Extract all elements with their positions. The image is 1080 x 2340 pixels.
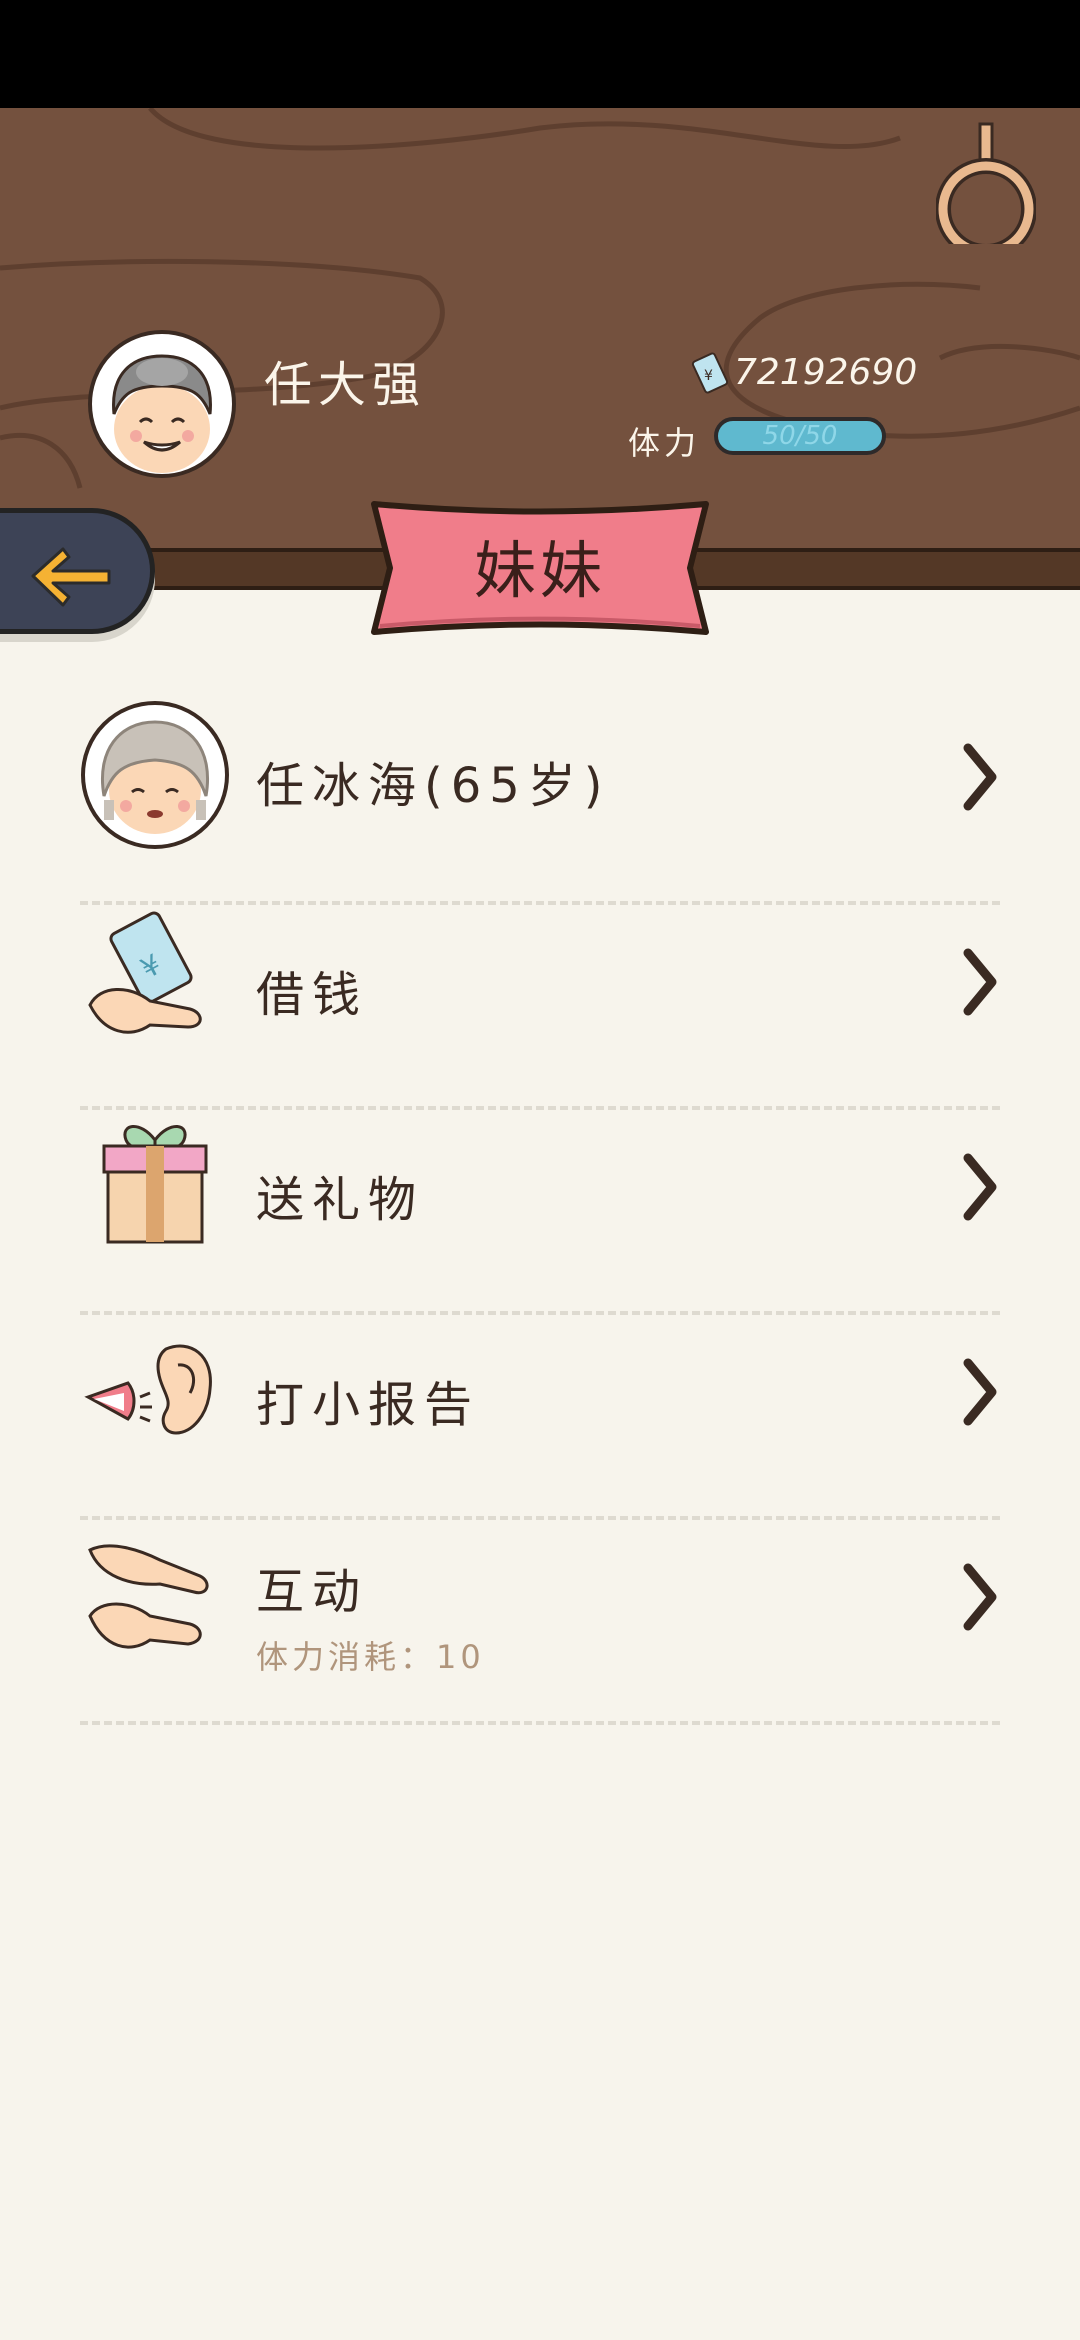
stamina-label: 体力: [628, 424, 701, 462]
chevron-right-icon: [963, 1358, 997, 1426]
menu-item-interact[interactable]: 互动 体力消耗：10: [80, 1520, 1000, 1725]
whisper-ear-icon: [84, 1344, 212, 1435]
borrow-money-label: 借钱: [256, 967, 369, 1023]
chevron-right-icon: [963, 948, 997, 1016]
player-avatar[interactable]: [88, 330, 236, 478]
money-bill-icon: ¥: [691, 352, 729, 394]
menu-item-relative[interactable]: 任冰海(65岁): [80, 700, 1000, 905]
relative-name: 任冰海(65岁): [256, 758, 611, 814]
gift-icon: [102, 1125, 208, 1244]
page-title: 妹妹: [473, 534, 606, 607]
send-gift-label: 送礼物: [256, 1172, 425, 1228]
action-menu: 任冰海(65岁) ¥ 借钱 送礼物 打小报告 互动 体力消耗：10: [80, 700, 1000, 1725]
back-arrow-icon: [31, 547, 111, 607]
status-bar: [0, 0, 1080, 108]
money-value: 72192690: [734, 352, 918, 393]
menu-item-send-gift[interactable]: 送礼物: [80, 1110, 1000, 1315]
chevron-right-icon: [963, 743, 997, 811]
svg-text:¥: ¥: [704, 368, 713, 384]
player-name: 任大强: [264, 357, 427, 413]
interact-label: 互动: [256, 1564, 369, 1620]
chevron-right-icon: [963, 1153, 997, 1221]
chevron-right-icon: [963, 1563, 997, 1631]
money-hand-icon: ¥: [88, 911, 202, 1034]
stamina-value: 50/50: [762, 421, 838, 451]
menu-item-borrow-money[interactable]: ¥ 借钱: [80, 905, 1000, 1110]
hanging-ring-icon[interactable]: [936, 104, 1036, 244]
tattle-label: 打小报告: [256, 1377, 481, 1433]
interact-stamina-cost: 体力消耗：10: [256, 1638, 485, 1676]
grandpa-face-icon: [112, 354, 212, 473]
stamina-bar: 50/50: [714, 417, 886, 455]
grandma-avatar-icon: [81, 701, 229, 849]
menu-item-tattle[interactable]: 打小报告: [80, 1315, 1000, 1520]
back-button[interactable]: [0, 508, 155, 634]
hands-icon: [88, 1544, 209, 1649]
